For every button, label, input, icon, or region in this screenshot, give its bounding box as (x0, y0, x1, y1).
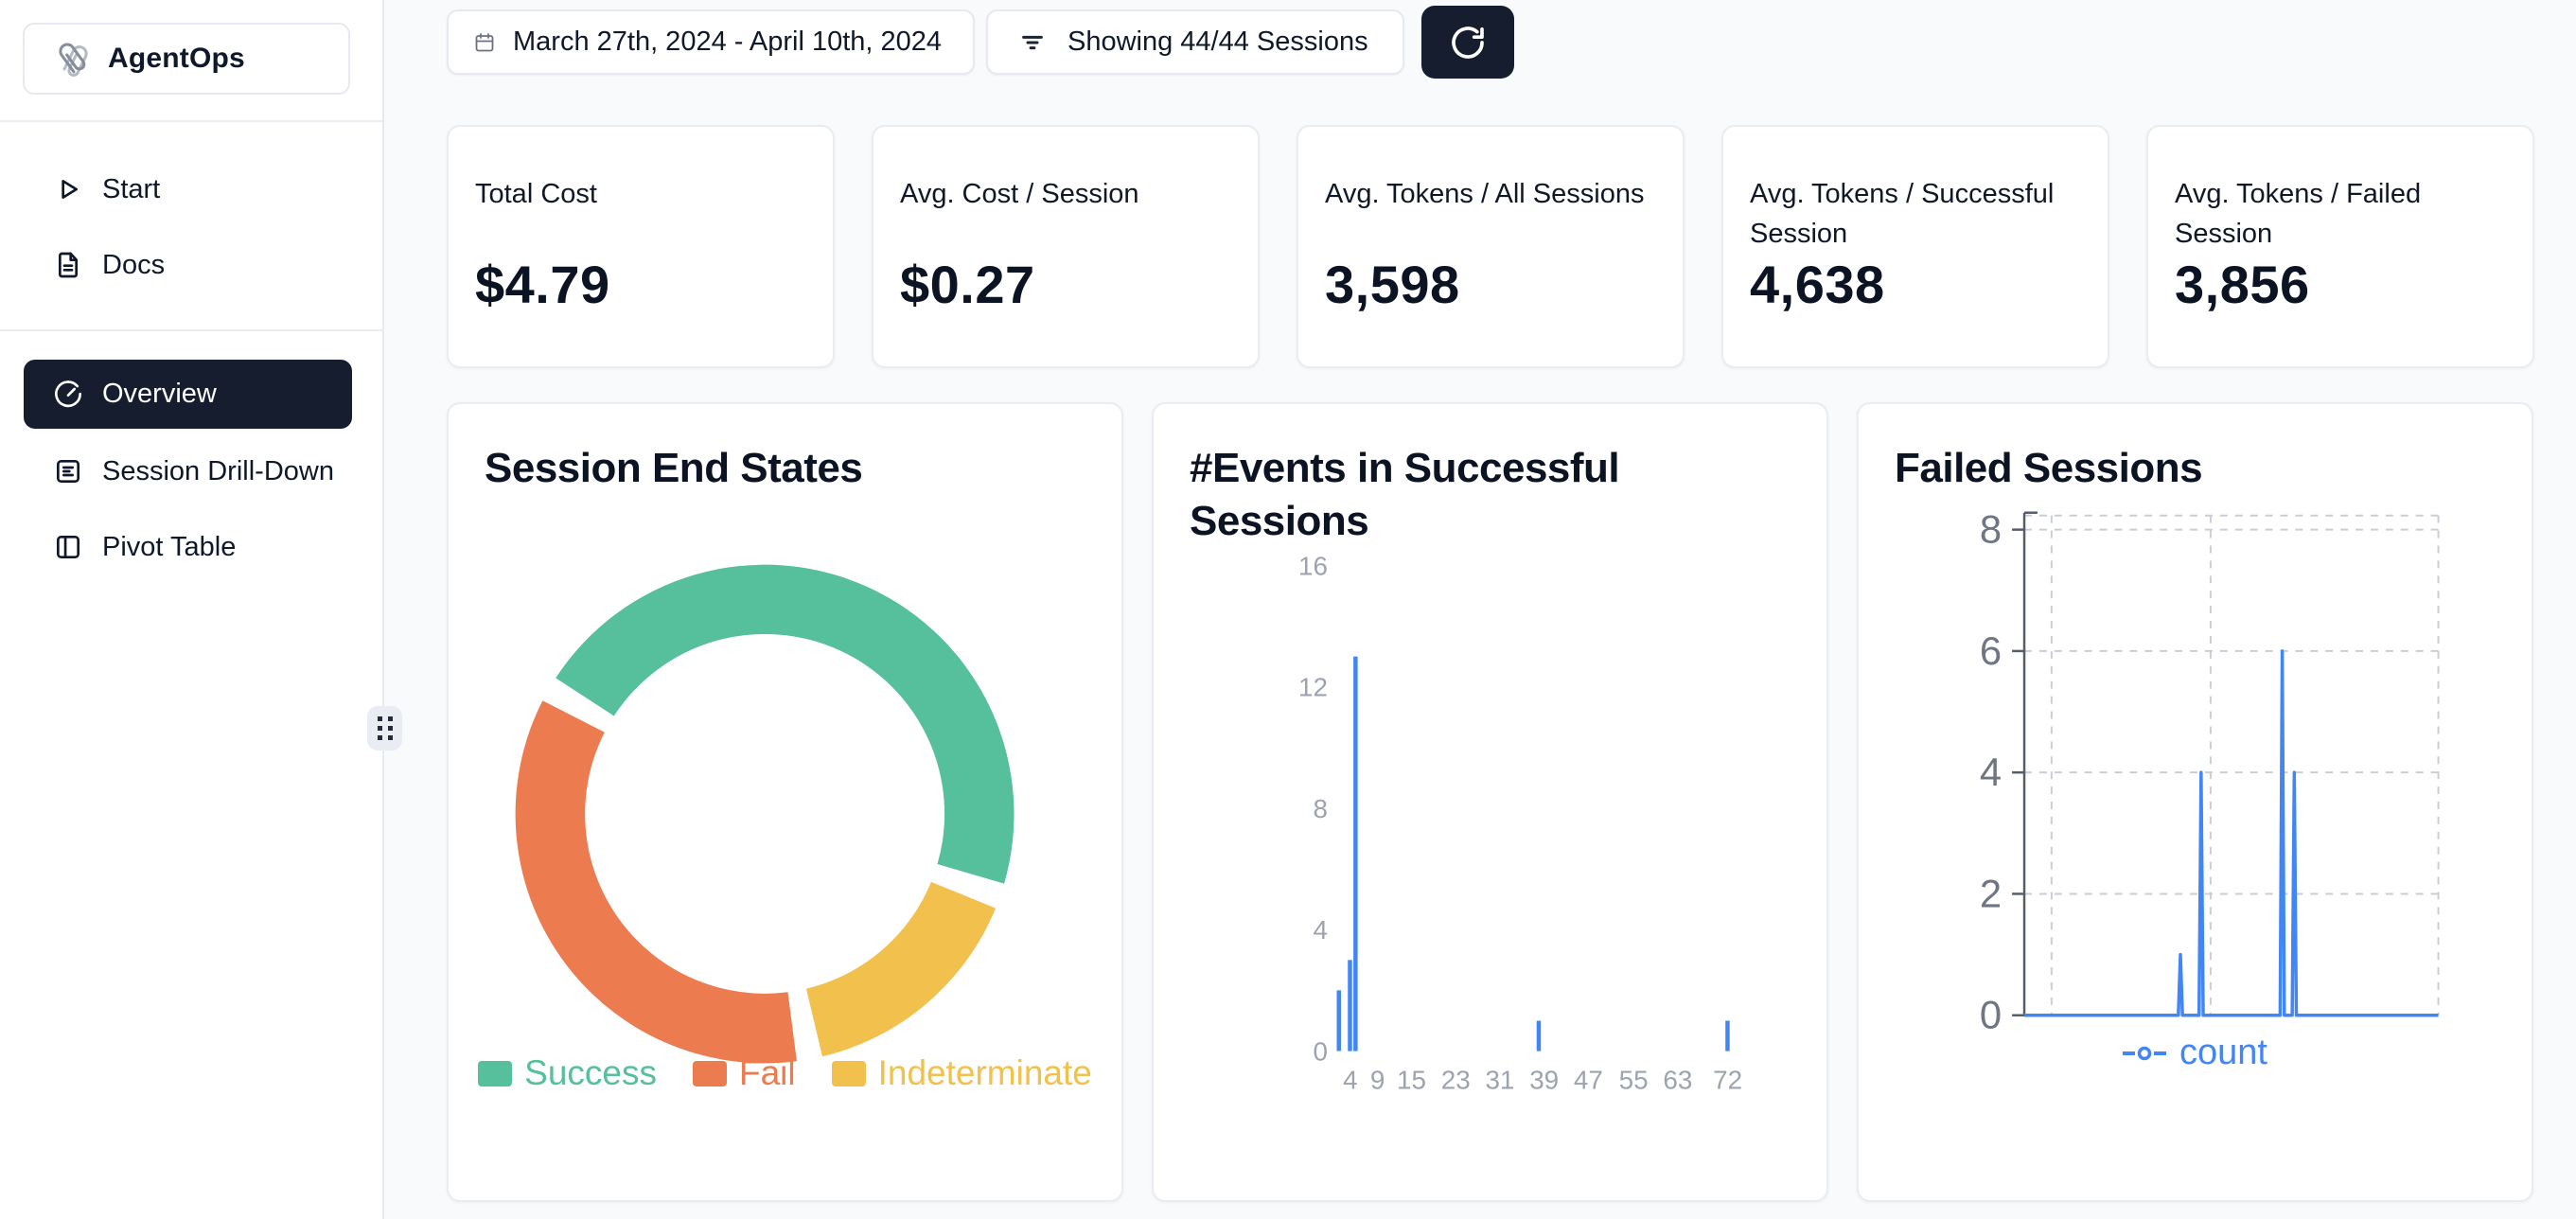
y-tick-label: 0 (1313, 1036, 1327, 1066)
sidebar-item-label: Docs (102, 250, 165, 281)
sessions-filter-label: Showing 44/44 Sessions (1067, 26, 1368, 58)
legend-item-success[interactable]: Success (478, 1053, 657, 1093)
date-range-button[interactable]: March 27th, 2024 - April 10th, 2024 (447, 9, 975, 75)
y-tick-label: 4 (1313, 915, 1327, 945)
sidebar-item-pivot-table[interactable]: Pivot Table (24, 517, 352, 577)
x-tick-label: 47 (1574, 1065, 1603, 1094)
donut-segment-success[interactable] (556, 565, 1014, 884)
y-tick-label: 8 (1313, 794, 1327, 823)
sidebar-item-label: Start (102, 174, 160, 205)
sessions-filter-button[interactable]: Showing 44/44 Sessions (986, 9, 1404, 75)
stat-value: $0.27 (900, 254, 1229, 315)
play-icon (53, 174, 83, 204)
gauge-icon (53, 380, 83, 410)
count-line[interactable] (2024, 651, 2439, 1016)
bar[interactable] (1348, 960, 1351, 1051)
stat-value: 3,598 (1325, 254, 1654, 315)
doc-lines-icon (53, 456, 83, 486)
stat-label: Total Cost (475, 174, 802, 214)
y-tick-label: 0 (1980, 993, 2002, 1037)
bar[interactable] (1725, 1021, 1729, 1051)
sidebar-resize-handle[interactable] (367, 706, 402, 751)
donut-legend: Success Fail Indeterminate (449, 1053, 1121, 1093)
legend-label: Indeterminate (878, 1053, 1092, 1093)
refresh-button[interactable] (1421, 6, 1514, 79)
document-icon (53, 250, 83, 280)
stat-label: Avg. Cost / Session (900, 174, 1226, 214)
stat-card-avg-cost: Avg. Cost / Session $0.27 (872, 125, 1260, 368)
stat-value: 4,638 (1750, 254, 2079, 315)
count-legend-label: count (2179, 1033, 2267, 1073)
date-range-label: March 27th, 2024 - April 10th, 2024 (513, 26, 942, 58)
y-tick-label: 4 (1980, 750, 2002, 794)
chart-card-session-end-states: Session End States SuccessFailIndetermin… (447, 402, 1123, 1202)
bar-chart[interactable]: 0481216491523313947556372 (1154, 404, 1826, 1200)
stat-label: Avg. Tokens / All Sessions (1325, 174, 1651, 214)
y-tick-label: 2 (1980, 871, 2002, 915)
sidebar-divider (0, 329, 382, 331)
legend-label: Fail (739, 1053, 796, 1093)
app-name: AgentOps (108, 43, 245, 75)
filter-icon (1018, 28, 1047, 57)
sidebar-item-label: Overview (102, 379, 217, 410)
legend-swatch (693, 1061, 727, 1086)
columns-icon (53, 532, 83, 562)
y-tick-label: 8 (1980, 507, 2002, 552)
sidebar-item-label: Pivot Table (102, 532, 236, 563)
line-chart[interactable]: 0 2 4 6 8 (1859, 404, 2532, 1200)
stat-card-avg-tokens-all: Avg. Tokens / All Sessions 3,598 (1297, 125, 1685, 368)
sidebar-item-session-drill-down[interactable]: Session Drill-Down (24, 441, 352, 502)
y-tick-label: 6 (1980, 628, 2002, 673)
agentops-logo[interactable]: AgentOps (23, 23, 350, 95)
y-tick-label: 12 (1298, 673, 1328, 702)
stat-card-avg-tokens-success: Avg. Tokens / Successful Session 4,638 (1721, 125, 2109, 368)
sidebar-item-overview[interactable]: Overview (24, 360, 352, 429)
stat-value: $4.79 (475, 254, 804, 315)
calendar-icon (473, 31, 496, 54)
stat-label: Avg. Tokens / Failed Session (2175, 174, 2501, 254)
page: AgentOps Start Docs Overview (0, 0, 2576, 1219)
sidebar-item-start[interactable]: Start (24, 159, 352, 220)
x-tick-label: 15 (1397, 1065, 1426, 1094)
paperclip-icon (49, 37, 93, 80)
bar[interactable] (1337, 990, 1341, 1051)
bar[interactable] (1537, 1021, 1541, 1051)
legend-item-indeterminate[interactable]: Indeterminate (832, 1053, 1092, 1093)
chart-card-failed-sessions: Failed Sessions 02468 count (1857, 402, 2533, 1202)
bar[interactable] (1353, 657, 1357, 1051)
x-tick-label: 39 (1529, 1065, 1559, 1094)
stat-label: Avg. Tokens / Successful Session (1750, 174, 2076, 254)
legend-swatch (478, 1061, 512, 1086)
sidebar-item-label: Session Drill-Down (102, 456, 334, 487)
stat-card-total-cost: Total Cost $4.79 (447, 125, 835, 368)
x-tick-label: 9 (1370, 1065, 1385, 1094)
x-tick-label: 23 (1441, 1065, 1471, 1094)
x-tick-label: 63 (1663, 1065, 1692, 1094)
x-tick-label: 4 (1343, 1065, 1357, 1094)
chart-card-events-histogram: #Events in Successful Sessions 048121649… (1152, 402, 1828, 1202)
count-legend[interactable]: count (1859, 1033, 2532, 1073)
x-tick-label: 55 (1619, 1065, 1649, 1094)
legend-label: Success (524, 1053, 657, 1093)
sidebar-item-docs[interactable]: Docs (24, 235, 352, 295)
stat-value: 3,856 (2175, 254, 2504, 315)
donut-segment-indeterminate[interactable] (806, 882, 996, 1056)
refresh-icon (1449, 24, 1487, 62)
line-marker-icon (2123, 1044, 2166, 1063)
sidebar-divider (0, 120, 382, 122)
sidebar: AgentOps Start Docs Overview (0, 0, 384, 1219)
legend-swatch (832, 1061, 866, 1086)
stat-card-avg-tokens-failed: Avg. Tokens / Failed Session 3,856 (2146, 125, 2534, 368)
x-tick-label: 72 (1713, 1065, 1742, 1094)
y-tick-label: 16 (1298, 551, 1328, 580)
donut-segment-fail[interactable] (516, 700, 797, 1063)
legend-item-fail[interactable]: Fail (693, 1053, 796, 1093)
x-tick-label: 31 (1485, 1065, 1514, 1094)
